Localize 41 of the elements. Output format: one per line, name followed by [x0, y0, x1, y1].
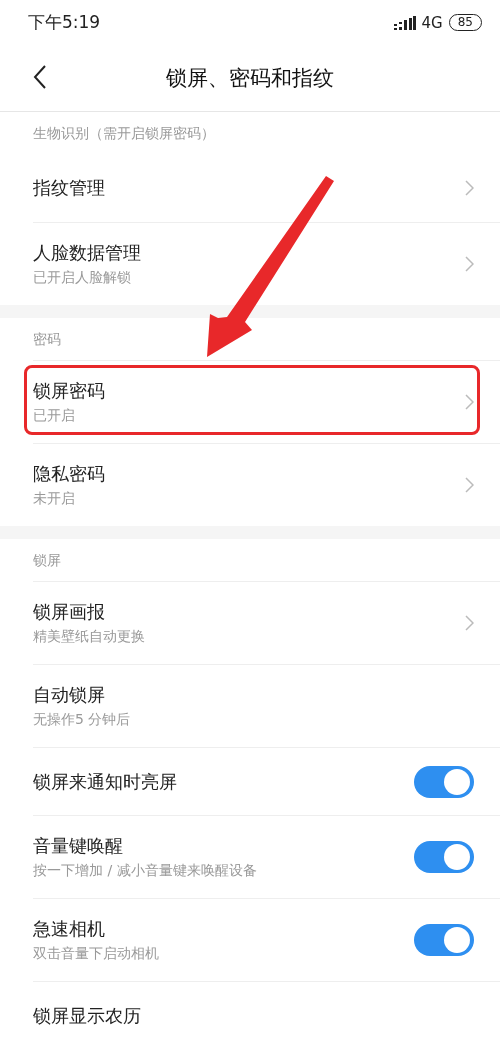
settings-row[interactable]: 锁屏密码 已开启 [33, 360, 500, 443]
settings-row[interactable]: 自动锁屏 无操作5 分钟后 [33, 664, 500, 747]
status-time: 下午5:19 [28, 11, 101, 34]
page-title: 锁屏、密码和指纹 [166, 65, 334, 92]
signal-icon [393, 15, 416, 30]
section-header: 生物识别（需开启锁屏密码） [33, 125, 215, 141]
settings-row[interactable]: 指纹管理 [33, 154, 500, 222]
section-header: 密码 [33, 331, 61, 347]
setting-subtitle: 双击音量下启动相机 [33, 945, 160, 963]
settings-row[interactable]: 锁屏显示农历 [33, 981, 500, 1041]
chevron-icon [465, 477, 474, 493]
setting-title: 隐私密码 [33, 462, 106, 486]
setting-title: 人脸数据管理 [33, 241, 142, 265]
toggle-switch[interactable] [414, 924, 474, 956]
setting-subtitle: 已开启 [33, 407, 76, 425]
chevron-icon [465, 615, 474, 631]
setting-title: 指纹管理 [33, 176, 106, 200]
network-type: 4G [421, 13, 443, 32]
setting-subtitle: 已开启人脸解锁 [33, 269, 132, 287]
setting-subtitle: 精美壁纸自动更换 [33, 628, 146, 646]
chevron-icon [465, 394, 474, 410]
section-header: 锁屏 [33, 552, 61, 568]
setting-subtitle: 无操作5 分钟后 [33, 711, 132, 729]
chevron-icon [465, 256, 474, 272]
settings-row[interactable]: 锁屏来通知时亮屏 [33, 747, 500, 815]
setting-subtitle: 按一下增加 / 减小音量键来唤醒设备 [33, 862, 258, 880]
setting-subtitle: 未开启 [33, 490, 76, 508]
setting-title: 锁屏画报 [33, 600, 106, 624]
setting-title: 锁屏密码 [33, 379, 106, 403]
setting-title: 音量键唤醒 [33, 834, 124, 858]
setting-title: 锁屏来通知时亮屏 [33, 769, 178, 794]
chevron-icon [465, 180, 474, 196]
toggle-switch[interactable] [414, 765, 474, 798]
toggle-switch[interactable] [414, 841, 474, 873]
setting-title: 锁屏显示农历 [33, 1003, 142, 1028]
settings-row[interactable]: 急速相机 双击音量下启动相机 [33, 898, 500, 981]
setting-title: 急速相机 [33, 917, 106, 941]
settings-row[interactable]: 隐私密码 未开启 [33, 443, 500, 526]
settings-row[interactable]: 锁屏画报 精美壁纸自动更换 [33, 581, 500, 664]
settings-row[interactable]: 音量键唤醒 按一下增加 / 减小音量键来唤醒设备 [33, 815, 500, 898]
setting-title: 自动锁屏 [33, 683, 106, 707]
